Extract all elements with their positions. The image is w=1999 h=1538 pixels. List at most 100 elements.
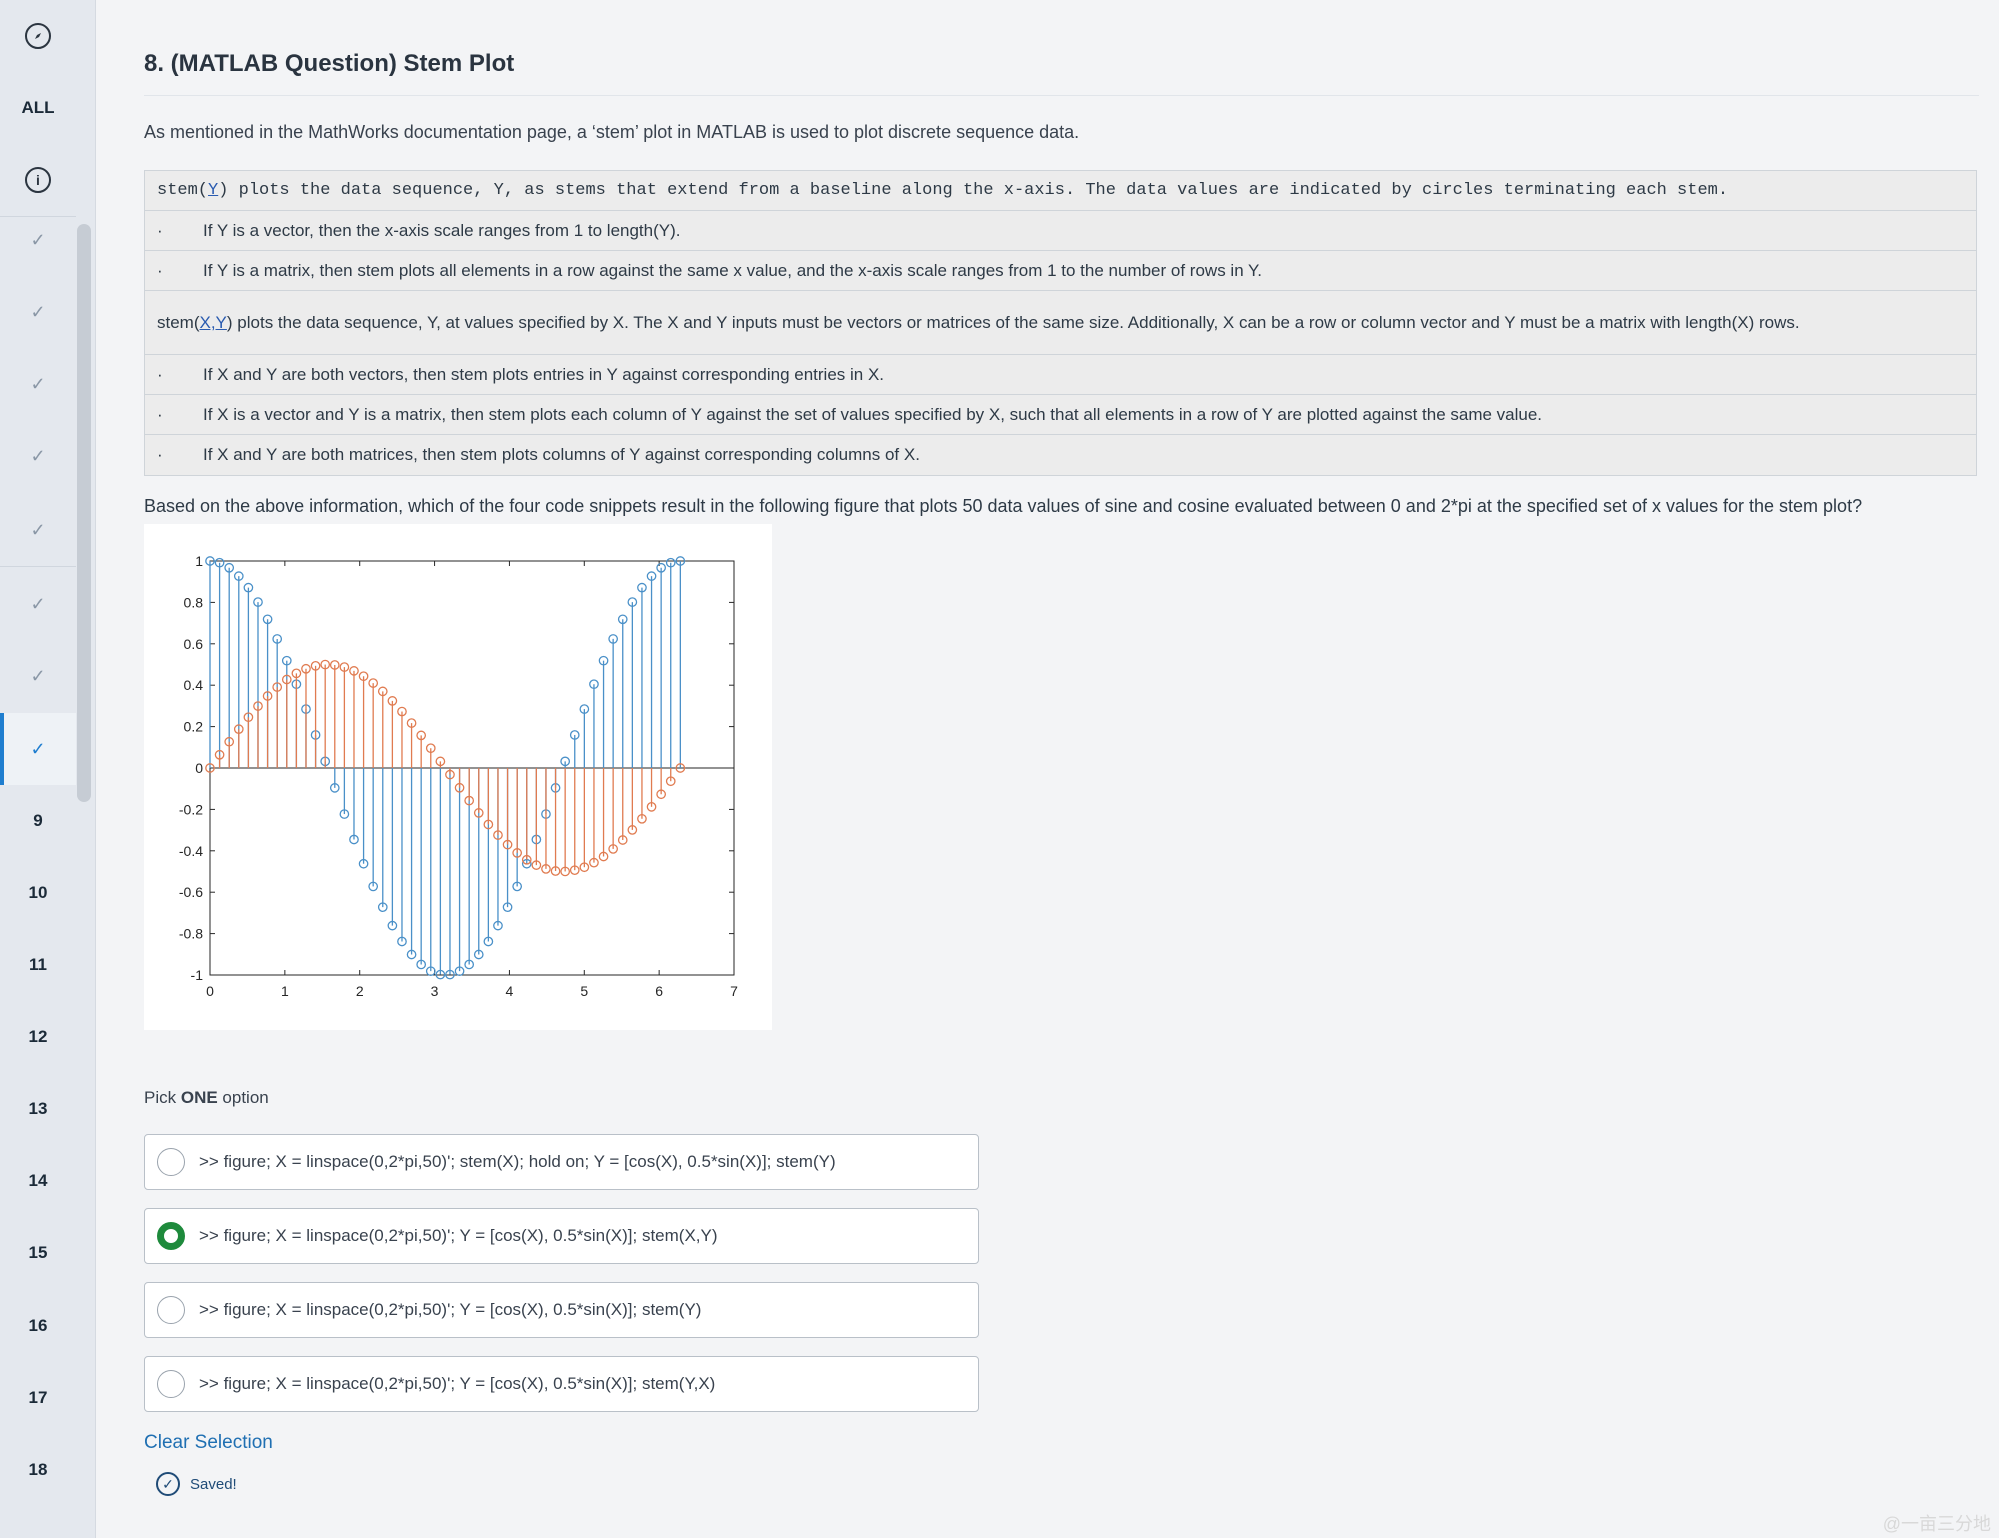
check-icon: ✓	[30, 229, 46, 250]
radio-button[interactable]	[157, 1296, 185, 1324]
y-tick-label: 0	[195, 760, 203, 776]
doc-text: stem(	[157, 181, 209, 200]
sidebar-item-q17[interactable]: 17	[0, 1362, 76, 1434]
check-circle-icon: ✓	[156, 1472, 180, 1496]
x-tick-label: 7	[730, 983, 738, 999]
x-tick-label: 6	[655, 983, 663, 999]
sidebar-item-q9[interactable]: 9	[0, 785, 76, 857]
doc-bullet-text: If Y is a vector, then the x-axis scale …	[203, 220, 681, 240]
doc-bullet-text: If X and Y are both vectors, then stem p…	[203, 364, 885, 384]
question-title: 8. (MATLAB Question) Stem Plot	[144, 50, 515, 77]
check-icon: ✓	[30, 519, 46, 540]
doc-bullet-row: · If Y is a vector, then the x-axis scal…	[145, 211, 1976, 251]
y-tick-label: 0.6	[184, 636, 204, 652]
bullet-icon: ·	[157, 445, 163, 464]
sidebar-item-q1[interactable]: ✓	[0, 204, 76, 276]
doc-row-stem-y: stem(Y) plots the data sequence, Y, as s…	[145, 171, 1976, 211]
bullet-icon: ·	[157, 364, 163, 384]
y-tick-label: 0.8	[184, 594, 204, 610]
radio-button-selected[interactable]	[157, 1222, 185, 1250]
sidebar-item-q8[interactable]: ✓	[0, 713, 76, 785]
active-indicator	[0, 713, 4, 785]
sidebar-item-q18[interactable]: 18	[0, 1434, 76, 1506]
y-tick-label: 0.4	[184, 677, 204, 693]
sidebar-item-q7[interactable]: ✓	[0, 640, 76, 712]
doc-text-suffix: ) plots the data sequence, Y, at values …	[226, 313, 1800, 332]
saved-status: ✓ Saved!	[156, 1472, 237, 1496]
x-tick-label: 1	[281, 983, 289, 999]
option-label: >> figure; X = linspace(0,2*pi,50)'; ste…	[199, 1152, 836, 1171]
watermark: @一亩三分地	[1882, 1514, 1991, 1534]
doc-text-prefix: stem(	[157, 313, 200, 332]
option-label: >> figure; X = linspace(0,2*pi,50)'; Y =…	[199, 1300, 702, 1319]
option-label: >> figure; X = linspace(0,2*pi,50)'; Y =…	[199, 1226, 718, 1245]
stem-plot: 0 1 2 3 4 5 6 7 -1 -0.8 -0.6 -0.4 -0.2 0 0.2 0.4 0.6 0.8 1	[179, 553, 738, 999]
sidebar-scrollbar[interactable]	[77, 224, 91, 802]
compass-icon-button[interactable]	[0, 0, 76, 72]
question-prompt: Based on the above information, which of…	[144, 496, 1863, 516]
sidebar-item-q13[interactable]: 13	[0, 1073, 76, 1145]
pick-instruction: Pick ONE option	[144, 1088, 269, 1108]
option-3[interactable]: >> figure; X = linspace(0,2*pi,50)'; Y =…	[144, 1282, 979, 1338]
sidebar-item-q11[interactable]: 11	[0, 929, 76, 1001]
check-icon: ✓	[30, 373, 46, 394]
x-tick-label: 2	[356, 983, 364, 999]
sidebar-item-q12[interactable]: 12	[0, 1001, 76, 1073]
sidebar-item-q6[interactable]: ✓	[0, 568, 76, 640]
sidebar-item-q10[interactable]: 10	[0, 857, 76, 929]
pick-suffix: option	[217, 1088, 269, 1107]
check-icon: ✓	[30, 301, 46, 322]
x-tick-label: 3	[431, 983, 439, 999]
y-tick-label: -0.6	[179, 884, 203, 900]
radio-button[interactable]	[157, 1148, 185, 1176]
doc-text: stem(X,Y) plots the data sequence, Y, at…	[157, 310, 1800, 335]
doc-bullet-row: · If X is a vector and Y is a matrix, th…	[145, 395, 1976, 435]
sidebar-item-q15[interactable]: 15	[0, 1217, 76, 1289]
y-tick-label: 0.2	[184, 719, 204, 735]
question-intro: As mentioned in the MathWorks documentat…	[144, 122, 1080, 142]
bullet-icon: ·	[157, 220, 163, 240]
radio-button[interactable]	[157, 1370, 185, 1398]
info-icon: i	[25, 167, 51, 193]
check-icon: ✓	[30, 445, 46, 466]
question-sidebar: ALL i ✓ ✓ ✓ ✓ ✓ ✓ ✓ ✓ 9 10 11 12 13 14 1…	[0, 0, 96, 1538]
check-icon: ✓	[30, 738, 46, 759]
option-label: >> figure; X = linspace(0,2*pi,50)'; Y =…	[199, 1374, 716, 1393]
sidebar-item-q14[interactable]: 14	[0, 1145, 76, 1217]
y-tick-label: -0.8	[179, 926, 203, 942]
y-tick-label: 1	[195, 553, 203, 569]
clear-selection-link[interactable]: Clear Selection	[144, 1432, 273, 1454]
y-tick-label: -0.4	[179, 843, 203, 859]
doc-bullet-text: If Y is a matrix, then stem plots all el…	[203, 260, 1262, 280]
x-tick-label: 4	[506, 983, 514, 999]
sidebar-item-q16[interactable]: 16	[0, 1290, 76, 1362]
check-icon: ✓	[30, 665, 46, 686]
option-4[interactable]: >> figure; X = linspace(0,2*pi,50)'; Y =…	[144, 1356, 979, 1412]
bullet-icon: ·	[157, 260, 163, 280]
sidebar-divider	[0, 566, 76, 567]
sidebar-item-q4[interactable]: ✓	[0, 420, 76, 492]
sidebar-item-q3[interactable]: ✓	[0, 348, 76, 420]
doc-bullet-text: If X is a vector and Y is a matrix, then…	[203, 404, 1543, 424]
y-tick-label: -1	[191, 967, 204, 983]
title-divider	[144, 95, 1979, 96]
pick-bold: ONE	[180, 1088, 218, 1107]
documentation-table: stem(Y) plots the data sequence, Y, as s…	[144, 170, 1977, 476]
x-tick-label: 5	[580, 983, 588, 999]
stem-plot-figure: 0 1 2 3 4 5 6 7 -1 -0.8 -0.6 -0.4 -0.2 0 0.2 0.4 0.6 0.8 1	[144, 524, 772, 1030]
bullet-icon: ·	[157, 404, 163, 424]
doc-row-stem-xy: stem(X,Y) plots the data sequence, Y, at…	[145, 291, 1976, 355]
doc-link-xy[interactable]: X,Y	[200, 313, 227, 332]
x-tick-label: 0	[206, 983, 214, 999]
sidebar-item-q5[interactable]: ✓	[0, 494, 76, 566]
doc-bullet-row: · If X and Y are both matrices, then ste…	[145, 435, 1976, 475]
doc-link-y[interactable]: Y	[208, 181, 218, 200]
option-2[interactable]: >> figure; X = linspace(0,2*pi,50)'; Y =…	[144, 1208, 979, 1264]
check-icon: ✓	[30, 593, 46, 614]
option-1[interactable]: >> figure; X = linspace(0,2*pi,50)'; ste…	[144, 1134, 979, 1190]
sidebar-item-all[interactable]: ALL	[0, 72, 76, 144]
y-tick-label: -0.2	[179, 801, 203, 817]
doc-bullet-row: · If X and Y are both vectors, then stem…	[145, 355, 1976, 395]
doc-text: ) plots the data sequence, Y, as stems t…	[218, 181, 1729, 200]
sidebar-item-q2[interactable]: ✓	[0, 276, 76, 348]
